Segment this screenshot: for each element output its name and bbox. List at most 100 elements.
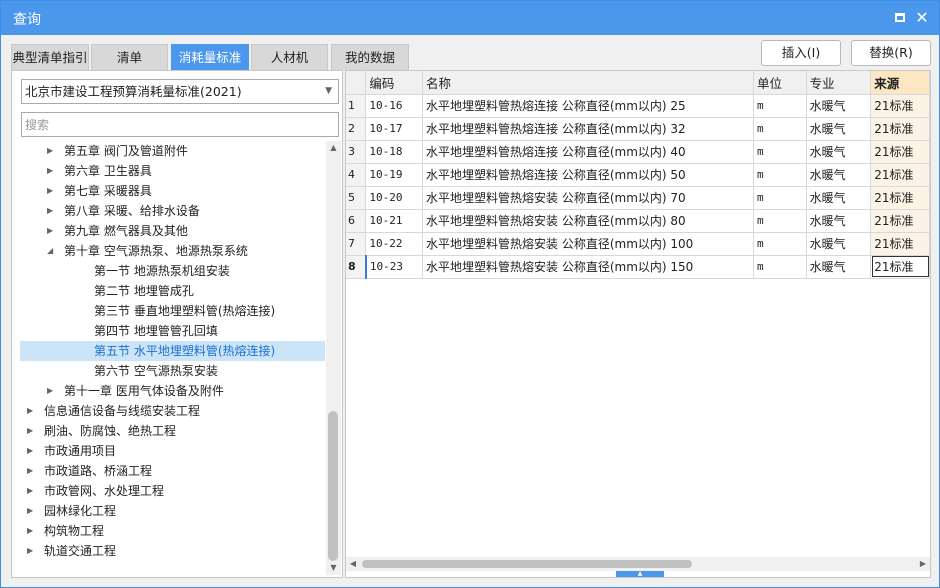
tab-list[interactable]: 清单 [91,44,168,70]
chevron-right-icon[interactable]: ▶ [27,481,37,501]
quota-name-cell[interactable]: 水平地埋塑料管热熔连接 公称直径(mm以内) 32 [422,117,755,141]
chevron-right-icon[interactable]: ▶ [47,181,57,201]
chevron-right-icon[interactable]: ▶ [47,221,57,241]
quota-name-cell[interactable]: 水平地埋塑料管热熔安装 公称直径(mm以内) 70 [422,186,755,210]
chevron-right-icon[interactable]: ▶ [27,401,37,421]
tab-typical-list-guide[interactable]: 典型清单指引 [11,44,89,70]
tab-labor-material-machine[interactable]: 人材机 [251,44,328,70]
quota-name-cell[interactable]: 水平地埋塑料管热熔连接 公称直径(mm以内) 25 [422,94,755,118]
quota-major-cell[interactable]: 水暖气 [806,209,872,233]
quota-source-cell[interactable]: 21标准 [870,186,930,210]
chevron-right-icon[interactable]: ▶ [47,201,57,221]
quota-unit-cell[interactable]: m [753,163,807,187]
chevron-right-icon[interactable]: ▶ [27,461,37,481]
quota-unit-cell[interactable]: m [753,255,807,279]
col-header-code[interactable]: 编码 [365,71,424,95]
quota-code-cell[interactable]: 10-18 [365,140,424,164]
quota-major-cell[interactable]: 水暖气 [806,94,872,118]
row-number-cell[interactable]: 6 [346,209,367,233]
scroll-down-icon[interactable]: ▼ [326,561,341,575]
tree-scrollbar[interactable]: ▲ ▼ [326,141,341,575]
row-number-cell[interactable]: 1 [346,94,367,118]
scrollbar-thumb[interactable] [362,560,692,568]
scrollbar-thumb[interactable] [328,411,338,561]
tree-node[interactable]: ▶ 刷油、防腐蚀、绝热工程 [12,421,325,441]
table-row[interactable]: 6 10-21 水平地埋塑料管热熔安装 公称直径(mm以内) 80 m 水暖气 21标准 [346,209,930,233]
quota-source-cell[interactable]: 21标准 [870,232,930,256]
col-header-source[interactable]: 来源 [870,71,930,95]
scroll-up-icon[interactable]: ▲ [326,141,341,155]
tree-node[interactable]: ▶ 市政管网、水处理工程 [12,481,325,501]
tree-node[interactable]: 第四节 地埋管管孔回填 [12,321,325,341]
quota-unit-cell[interactable]: m [753,140,807,164]
quota-code-cell[interactable]: 10-19 [365,163,424,187]
quota-name-cell[interactable]: 水平地埋塑料管热熔安装 公称直径(mm以内) 150 [422,255,755,279]
search-input[interactable] [21,112,339,137]
quota-code-cell[interactable]: 10-16 [365,94,424,118]
col-header-name[interactable]: 名称 [422,71,755,95]
table-row[interactable]: 2 10-17 水平地埋塑料管热熔连接 公称直径(mm以内) 32 m 水暖气 21标准 [346,117,930,141]
scroll-left-icon[interactable]: ◀ [346,557,360,571]
quota-name-cell[interactable]: 水平地埋塑料管热熔安装 公称直径(mm以内) 100 [422,232,755,256]
chevron-right-icon[interactable]: ▶ [27,541,37,561]
tree-node[interactable]: 第二节 地埋管成孔 [12,281,325,301]
tree-node[interactable]: ▶ 第十一章 医用气体设备及附件 [12,381,325,401]
tab-my-data[interactable]: 我的数据 [331,44,409,70]
chevron-right-icon[interactable]: ▶ [27,441,37,461]
chevron-right-icon[interactable]: ▶ [47,141,57,161]
panel-splitter-handle[interactable]: ▲ [616,571,664,577]
tree-node[interactable]: ▶ 第七章 采暖器具 [12,181,325,201]
col-header-unit[interactable]: 单位 [753,71,807,95]
quota-source-cell[interactable]: 21标准 [870,209,930,233]
insert-button[interactable]: 插入(I) [761,40,841,66]
quota-unit-cell[interactable]: m [753,186,807,210]
grid-horizontal-scrollbar[interactable]: ◀ ▶ [346,557,930,571]
quota-source-cell[interactable]: 21标准 [870,140,930,164]
row-number-cell[interactable]: 5 [346,186,367,210]
tree-node[interactable]: 第五节 水平地埋塑料管(热熔连接) [20,341,325,361]
tree-node[interactable]: 第一节 地源热泵机组安装 [12,261,325,281]
chevron-expanded-icon[interactable]: ◢ [47,241,57,261]
tree-node[interactable]: ▶ 第八章 采暖、给排水设备 [12,201,325,221]
quota-major-cell[interactable]: 水暖气 [806,186,872,210]
col-header-major[interactable]: 专业 [806,71,872,95]
quota-name-cell[interactable]: 水平地埋塑料管热熔连接 公称直径(mm以内) 50 [422,163,755,187]
tree-node[interactable]: ▶ 市政通用项目 [12,441,325,461]
close-icon[interactable]: ✕ [913,9,931,27]
chevron-right-icon[interactable]: ▶ [27,421,37,441]
table-row[interactable]: 7 10-22 水平地埋塑料管热熔安装 公称直径(mm以内) 100 m 水暖气 21标准 [346,232,930,256]
quota-major-cell[interactable]: 水暖气 [806,163,872,187]
col-header-rownum[interactable] [346,71,367,95]
row-number-cell[interactable]: 7 [346,232,367,256]
replace-button[interactable]: 替换(R) [851,40,931,66]
quota-source-cell[interactable]: 21标准 [870,117,930,141]
quota-unit-cell[interactable]: m [753,209,807,233]
chevron-right-icon[interactable]: ▶ [47,381,57,401]
tree-node[interactable]: ◢ 第十章 空气源热泵、地源热泵系统 [12,241,325,261]
tree-node[interactable]: 第六节 空气源热泵安装 [12,361,325,381]
chevron-right-icon[interactable]: ▶ [27,501,37,521]
quota-code-cell[interactable]: 10-20 [365,186,424,210]
quota-code-cell[interactable]: 10-17 [365,117,424,141]
tree-node[interactable]: ▶ 第五章 阀门及管道附件 [12,141,325,161]
table-row[interactable]: 4 10-19 水平地埋塑料管热熔连接 公称直径(mm以内) 50 m 水暖气 21标准 [346,163,930,187]
row-number-cell[interactable]: 8 [346,255,367,279]
row-number-cell[interactable]: 2 [346,117,367,141]
table-row[interactable]: 1 10-16 水平地埋塑料管热熔连接 公称直径(mm以内) 25 m 水暖气 21标准 [346,94,930,118]
tree-node[interactable]: ▶ 第九章 燃气器具及其他 [12,221,325,241]
tree-node[interactable]: ▶ 构筑物工程 [12,521,325,541]
row-number-cell[interactable]: 4 [346,163,367,187]
chevron-down-icon[interactable]: ▼ [325,80,332,103]
quota-major-cell[interactable]: 水暖气 [806,232,872,256]
tree-node[interactable]: ▶ 市政道路、桥涵工程 [12,461,325,481]
table-row[interactable]: 8 10-23 水平地埋塑料管热熔安装 公称直径(mm以内) 150 m 水暖气 21标准 [346,255,930,279]
quota-source-cell[interactable]: 21标准 [870,94,930,118]
quota-major-cell[interactable]: 水暖气 [806,117,872,141]
scroll-right-icon[interactable]: ▶ [916,557,930,571]
table-row[interactable]: 3 10-18 水平地埋塑料管热熔连接 公称直径(mm以内) 40 m 水暖气 21标准 [346,140,930,164]
table-row[interactable]: 5 10-20 水平地埋塑料管热熔安装 公称直径(mm以内) 70 m 水暖气 21标准 [346,186,930,210]
chevron-right-icon[interactable]: ▶ [27,521,37,541]
quota-source-cell[interactable]: 21标准 [870,163,930,187]
tree-node[interactable]: ▶ 轨道交通工程 [12,541,325,561]
quota-unit-cell[interactable]: m [753,232,807,256]
